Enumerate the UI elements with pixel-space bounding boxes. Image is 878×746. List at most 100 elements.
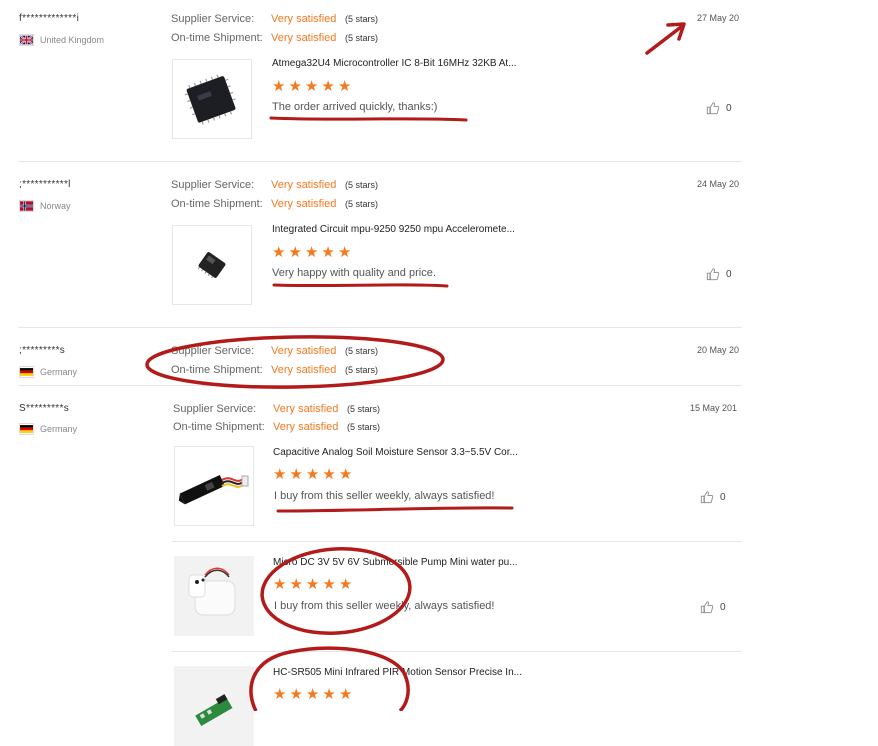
- star-icon: ★: [322, 575, 336, 593]
- reviewer-name: S*********s: [19, 403, 69, 414]
- product-rating-stars: ★ ★ ★ ★ ★: [273, 687, 352, 702]
- product-title[interactable]: Micro DC 3V 5V 6V Submersible Pump Mini …: [273, 557, 543, 568]
- rating-stars-text: (5 stars): [345, 365, 379, 375]
- product-divider: [172, 541, 742, 542]
- star-icon: ★: [305, 465, 320, 483]
- sensor-chip-image-icon: [197, 252, 226, 279]
- star-icon: ★: [289, 685, 303, 703]
- country-name: Norway: [40, 201, 71, 211]
- product-image[interactable]: [174, 446, 254, 526]
- product-title[interactable]: Atmega32U4 Microcontroller IC 8-Bit 16MH…: [272, 58, 542, 69]
- reviewer-country: Germany: [19, 366, 77, 378]
- annotation-underline: [269, 116, 468, 122]
- product-image[interactable]: [172, 225, 252, 305]
- soil-sensor-image-icon: [178, 474, 249, 505]
- annotation-arrow-icon: [645, 22, 686, 55]
- rating-value: Very satisfied: [273, 403, 339, 415]
- star-icon: ★: [337, 243, 352, 261]
- reviewer-name: ;***********l: [19, 179, 71, 190]
- rating-value: Very satisfied: [273, 421, 339, 433]
- germany-flag-icon: [19, 423, 34, 435]
- star-icon: ★: [272, 77, 286, 95]
- review-date: 24 May 20: [697, 179, 740, 189]
- helpful-count: 0: [720, 601, 726, 613]
- annotation-underline: [276, 506, 514, 513]
- ontime-shipment-rating: On-time Shipment: Very satisfied (5 star…: [171, 198, 378, 210]
- supplier-service-label: Supplier Service:: [171, 13, 255, 25]
- product-title[interactable]: Capacitive Analog Soil Moisture Sensor 3…: [273, 447, 543, 458]
- germany-flag-icon: [19, 366, 34, 378]
- supplier-service-label: Supplier Service:: [173, 403, 257, 415]
- rating-value: Very satisfied: [271, 179, 337, 191]
- product-image[interactable]: [174, 666, 254, 746]
- rating-value: Very satisfied: [271, 364, 337, 376]
- star-icon: ★: [322, 685, 336, 703]
- star-icon: ★: [305, 685, 320, 703]
- ontime-shipment-rating: On-time Shipment: Very satisfied (5 star…: [171, 32, 378, 44]
- star-icon: ★: [305, 575, 320, 593]
- country-name: Germany: [40, 424, 78, 434]
- star-icon: ★: [273, 465, 287, 483]
- star-icon: ★: [338, 465, 353, 483]
- helpful-button[interactable]: 0: [700, 490, 726, 504]
- reviewer-name: ;*********s: [19, 345, 66, 356]
- water-pump-image-icon: [188, 567, 236, 616]
- star-icon: ★: [338, 575, 353, 593]
- pir-sensor-image-icon: [195, 693, 233, 726]
- product-image[interactable]: [172, 59, 252, 139]
- star-icon: ★: [304, 77, 319, 95]
- product-rating-stars: ★ ★ ★ ★ ★: [273, 467, 352, 482]
- rating-stars-text: (5 stars): [345, 180, 379, 190]
- thumbs-up-icon: [706, 102, 720, 115]
- feedback-text: I buy from this seller weekly, always sa…: [274, 490, 495, 502]
- annotation-underline: [272, 283, 449, 288]
- star-icon: ★: [288, 243, 302, 261]
- rating-stars-text: (5 stars): [347, 422, 381, 432]
- annotation-ellipse: [145, 335, 445, 389]
- supplier-service-rating: Supplier Service: Very satisfied (5 star…: [171, 13, 378, 25]
- feedback-text: I buy from this seller weekly, always sa…: [274, 600, 495, 612]
- ontime-shipment-label: On-time Shipment:: [171, 364, 263, 376]
- product-title[interactable]: HC-SR505 Mini Infrared PIR Motion Sensor…: [273, 667, 543, 678]
- product-divider: [172, 651, 742, 652]
- helpful-count: 0: [720, 491, 726, 503]
- star-icon: ★: [322, 465, 336, 483]
- star-icon: ★: [289, 465, 303, 483]
- reviewer-name: f*************i: [19, 13, 80, 24]
- rating-stars-text: (5 stars): [345, 346, 379, 356]
- product-image[interactable]: [174, 556, 254, 636]
- rating-value: Very satisfied: [271, 345, 337, 357]
- ontime-shipment-label: On-time Shipment:: [173, 421, 265, 433]
- rating-value: Very satisfied: [271, 198, 337, 210]
- uk-flag-icon: [19, 34, 34, 46]
- supplier-service-rating: Supplier Service: Very satisfied (5 star…: [173, 403, 380, 415]
- star-icon: ★: [321, 243, 335, 261]
- star-icon: ★: [337, 77, 352, 95]
- rating-stars-text: (5 stars): [345, 14, 379, 24]
- feedback-text: Very happy with quality and price.: [272, 267, 436, 279]
- thumbs-up-icon: [700, 491, 714, 504]
- helpful-button[interactable]: 0: [700, 600, 726, 614]
- helpful-button[interactable]: 0: [706, 267, 732, 281]
- reviewer-country: Germany: [19, 423, 77, 435]
- supplier-service-label: Supplier Service:: [171, 179, 255, 191]
- star-icon: ★: [272, 243, 286, 261]
- helpful-button[interactable]: 0: [706, 101, 732, 115]
- supplier-service-rating: Supplier Service: Very satisfied (5 star…: [171, 179, 378, 191]
- star-icon: ★: [338, 685, 353, 703]
- rating-stars-text: (5 stars): [345, 199, 379, 209]
- review-date: 20 May 20: [697, 345, 740, 355]
- thumbs-up-icon: [706, 268, 720, 281]
- review-date: 27 May 20: [697, 13, 740, 23]
- star-icon: ★: [288, 77, 302, 95]
- product-title[interactable]: Integrated Circuit mpu-9250 9250 mpu Acc…: [272, 224, 542, 235]
- review-divider: [18, 327, 742, 328]
- star-icon: ★: [321, 77, 335, 95]
- review-divider: [18, 385, 742, 386]
- review-date: 15 May 201: [690, 403, 738, 413]
- country-name: United Kingdom: [40, 35, 105, 45]
- star-icon: ★: [289, 575, 303, 593]
- chip-image-icon: [184, 74, 236, 125]
- feedback-text: The order arrived quickly, thanks:): [272, 101, 438, 113]
- supplier-service-label: Supplier Service:: [171, 345, 255, 357]
